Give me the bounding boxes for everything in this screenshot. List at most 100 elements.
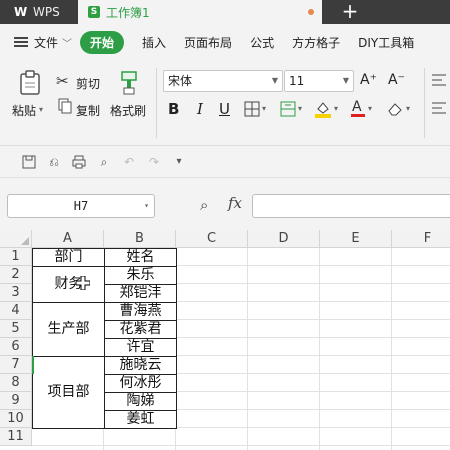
menu-tab-fangfang[interactable]: 方方格子 — [292, 34, 340, 51]
italic-button[interactable]: I — [197, 100, 203, 118]
row-header[interactable]: 3 — [0, 284, 32, 302]
font-color-dropdown-icon[interactable]: ▾ — [368, 104, 372, 113]
row-header[interactable]: 1 — [0, 248, 32, 266]
paste-button[interactable]: 粘贴 — [12, 102, 36, 119]
cell-name[interactable]: 曹海燕 — [104, 302, 177, 321]
chevron-down-icon: ▼ — [271, 76, 278, 85]
fill-color-dropdown-icon[interactable]: ▾ — [334, 104, 338, 113]
share-icon[interactable]: ⎌ — [47, 155, 61, 169]
font-size-select[interactable]: 11 ▼ — [284, 70, 354, 92]
title-bar: W WPS S 工作簿1 + — [0, 0, 450, 24]
wps-logo-icon: W — [14, 5, 28, 19]
insert-function-button[interactable]: fx — [228, 194, 242, 212]
column-header[interactable]: B — [104, 230, 176, 248]
chevron-down-icon: ▼ — [342, 76, 349, 85]
row-header[interactable]: 4 — [0, 302, 32, 320]
menu-file[interactable]: 文件 — [34, 34, 58, 51]
column-header[interactable]: D — [248, 230, 320, 248]
row-header[interactable]: 7 — [0, 356, 32, 374]
borders-icon[interactable] — [244, 101, 260, 120]
cell-select-cursor-icon — [75, 275, 91, 293]
row-header[interactable]: 5 — [0, 320, 32, 338]
format-painter-icon[interactable] — [118, 70, 140, 99]
print-icon[interactable] — [72, 155, 86, 169]
spreadsheet-icon: S — [88, 6, 100, 18]
svg-text:A: A — [352, 99, 362, 115]
grow-font-button[interactable]: A⁺ — [360, 72, 377, 88]
new-tab-button[interactable]: + — [338, 0, 362, 24]
font-name-value: 宋体 — [168, 74, 193, 88]
unsaved-dot-icon — [308, 9, 314, 15]
menu-tab-start[interactable]: 开始 — [80, 30, 125, 54]
cell-name[interactable]: 姜虹 — [104, 410, 177, 429]
cell-name[interactable]: 施晓云 — [104, 356, 177, 375]
font-color-icon[interactable]: A — [350, 98, 366, 121]
wps-home-tab[interactable]: W WPS — [6, 1, 74, 23]
row-header[interactable]: 2 — [0, 266, 32, 284]
copy-button[interactable]: 复制 — [76, 102, 100, 119]
cell-dept-finance[interactable]: 财务 — [32, 266, 105, 303]
name-box-value: H7 — [73, 199, 89, 213]
undo-icon[interactable]: ↶ — [122, 155, 136, 169]
menu-tab-insert[interactable]: 插入 — [142, 34, 166, 51]
row-header[interactable]: 8 — [0, 374, 32, 392]
column-header[interactable]: A — [32, 230, 104, 248]
print-preview-icon[interactable]: ⌕ — [97, 155, 111, 169]
cell-b1-name-header[interactable]: 姓名 — [104, 248, 177, 267]
cell-dept-project[interactable]: 项目部 — [32, 356, 105, 429]
select-all-corner[interactable] — [0, 230, 32, 248]
paste-icon[interactable] — [18, 70, 42, 99]
merge-cells-icon[interactable] — [280, 101, 296, 120]
cell-name[interactable]: 何冰彤 — [104, 374, 177, 393]
copy-icon[interactable] — [58, 98, 72, 117]
chevron-down-icon[interactable]: ﹀ — [62, 35, 72, 50]
row-header[interactable]: 10 — [0, 410, 32, 428]
formula-input[interactable] — [252, 194, 450, 218]
align-left-icon[interactable] — [432, 102, 446, 117]
cell-name[interactable]: 陶娣 — [104, 392, 177, 411]
menu-tab-diy-toolbox[interactable]: DIY工具箱 — [358, 34, 414, 51]
clear-format-dropdown-icon[interactable]: ▾ — [406, 104, 410, 113]
format-painter-button[interactable]: 格式刷 — [110, 102, 146, 119]
clear-format-icon[interactable] — [386, 101, 404, 120]
cell-name[interactable]: 朱乐 — [104, 266, 177, 285]
zoom-search-icon[interactable]: ⌕ — [200, 196, 208, 214]
fill-color-icon[interactable] — [314, 100, 332, 121]
font-name-select[interactable]: 宋体 ▼ — [163, 70, 283, 92]
column-header[interactable]: C — [176, 230, 248, 248]
row-header[interactable]: 6 — [0, 338, 32, 356]
merge-dropdown-icon[interactable]: ▾ — [298, 104, 302, 113]
row-header[interactable]: 9 — [0, 392, 32, 410]
shrink-font-button[interactable]: A⁻ — [388, 72, 405, 88]
underline-button[interactable]: U — [219, 100, 230, 118]
column-header[interactable]: F — [392, 230, 450, 248]
bold-button[interactable]: B — [168, 100, 179, 118]
redo-icon[interactable]: ↷ — [147, 155, 161, 169]
menu-hamburger-icon[interactable] — [14, 37, 28, 47]
cell-name[interactable]: 郑铠沣 — [104, 284, 177, 303]
menu-tab-page-layout[interactable]: 页面布局 — [184, 34, 232, 51]
document-tab[interactable]: S 工作簿1 — [78, 0, 322, 24]
scissors-icon[interactable]: ✂ — [56, 72, 69, 90]
cell-name[interactable]: 许宜 — [104, 338, 177, 357]
customize-dropdown-icon[interactable]: ▾ — [172, 155, 186, 169]
align-left-icon[interactable] — [432, 74, 446, 89]
ribbon: 粘贴 ▾ ✂ 剪切 复制 格式刷 宋体 ▼ 11 ▼ A⁺ A⁻ B I U ▾… — [0, 60, 450, 146]
borders-dropdown-icon[interactable]: ▾ — [262, 104, 266, 113]
cell-dept-production[interactable]: 生产部 — [32, 302, 105, 357]
menu-tab-formula[interactable]: 公式 — [250, 34, 274, 51]
document-title: 工作簿1 — [106, 5, 150, 20]
gridline — [247, 248, 248, 450]
column-header[interactable]: E — [320, 230, 392, 248]
cut-button[interactable]: 剪切 — [76, 75, 100, 92]
row-header[interactable]: 11 — [0, 428, 32, 446]
name-box[interactable]: H7 ▾ — [7, 194, 155, 218]
paste-dropdown-icon[interactable]: ▾ — [39, 105, 43, 114]
spreadsheet-grid[interactable]: A B C D E F 1 2 3 4 5 6 7 8 9 10 11 部门 财务 生产部 项目部 姓名 朱乐 郑铠沣 曹海燕花… — [0, 230, 450, 450]
save-icon[interactable] — [22, 155, 36, 169]
cell-a1-dept-header[interactable]: 部门 — [32, 248, 105, 267]
ribbon-separator — [424, 68, 425, 138]
active-row-indicator — [32, 356, 34, 374]
menu-bar: 文件 ﹀ 开始 插入 页面布局 公式 方方格子 DIY工具箱 — [0, 24, 450, 60]
cell-name[interactable]: 花紫君 — [104, 320, 177, 339]
